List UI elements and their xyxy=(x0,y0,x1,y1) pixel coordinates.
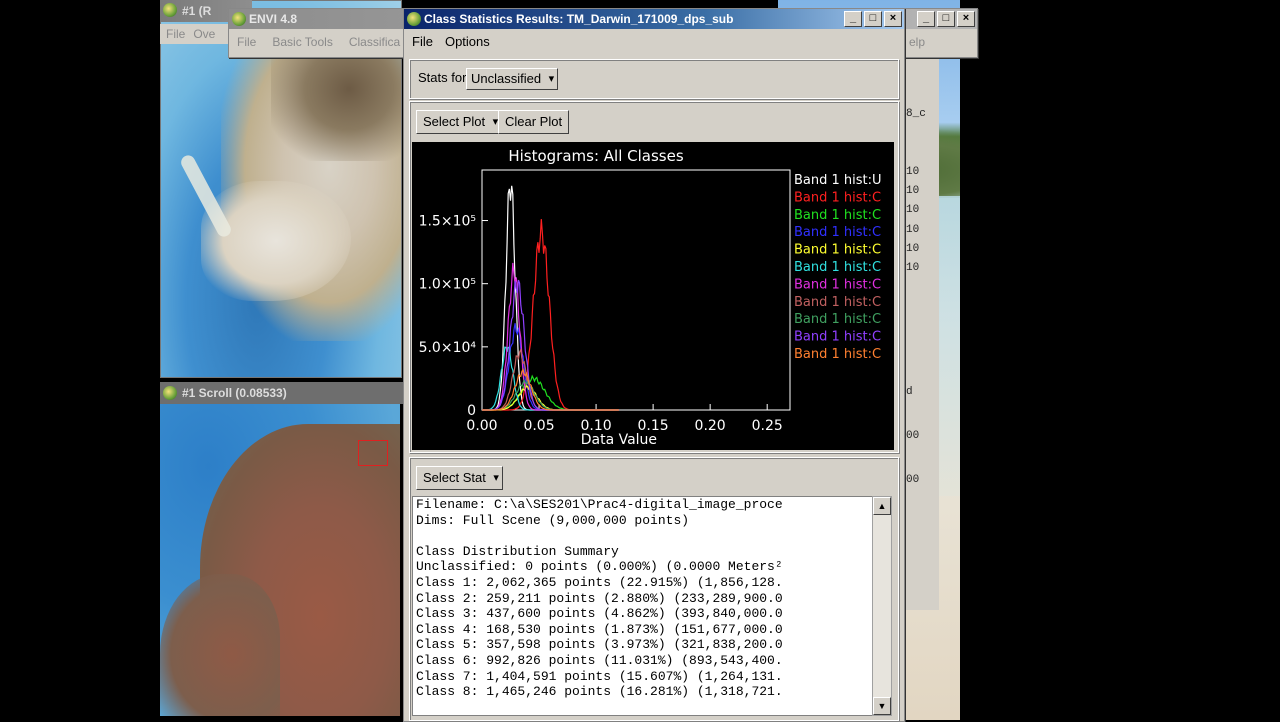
satellite-land xyxy=(160,574,280,716)
stats-line: Class 3: 437,600 points (4.862%) (393,84… xyxy=(416,606,783,622)
select-stat-button[interactable]: Select Stat ▾ xyxy=(416,466,503,490)
envi-app-icon xyxy=(163,386,177,400)
close-icon[interactable]: × xyxy=(957,11,975,27)
legend-entry: Band 1 hist:C xyxy=(794,225,881,240)
stats-for-select[interactable]: Unclassified xyxy=(466,68,559,90)
legend-entry: Band 1 hist:C xyxy=(794,277,881,292)
stats-line xyxy=(413,528,873,544)
maximize-icon[interactable]: □ xyxy=(864,11,882,27)
scroll-down-icon[interactable]: ▼ xyxy=(873,697,891,715)
stats-text-area[interactable]: Filename: C:\a\SES201\Prac4-digital_imag… xyxy=(412,496,874,716)
y-tick-label: 1.5×10⁵ xyxy=(419,214,476,230)
minimize-icon[interactable]: _ xyxy=(917,11,935,27)
stats-line: Class 4: 168,530 points (1.873%) (151,67… xyxy=(416,621,783,637)
x-tick-label: 0.20 xyxy=(695,418,726,434)
series-line xyxy=(482,219,619,411)
stats-line: Class 8: 1,465,246 points (16.281%) (1,3… xyxy=(416,684,783,700)
stats-scrollbar[interactable]: ▲ ▼ xyxy=(872,496,892,716)
dialog-menubar: File Options xyxy=(406,31,496,53)
scroll-window-title: #1 Scroll (0.08533) xyxy=(182,386,287,400)
x-tick-label: 0.25 xyxy=(752,418,783,434)
legend-entry: Band 1 hist:C xyxy=(794,330,881,345)
legend-entry: Band 1 hist:C xyxy=(794,208,881,223)
scroll-up-icon[interactable]: ▲ xyxy=(873,497,891,515)
dialog-title: Class Statistics Results: TM_Darwin_1710… xyxy=(424,12,734,26)
legend-entry: Band 1 hist:C xyxy=(794,260,881,275)
select-stat-label: Select Stat xyxy=(423,470,486,485)
menu-file[interactable]: File xyxy=(229,31,264,53)
menu-options[interactable]: Options xyxy=(439,31,496,52)
y-tick-label: 5.0×10⁴ xyxy=(419,340,477,356)
stats-line: Class 1: 2,062,365 points (22.915%) (1,8… xyxy=(416,574,783,590)
image-window-title: #1 (R xyxy=(182,4,212,18)
histogram-plot[interactable]: Histograms: All Classes 0.00 0.05 0.10 0.15 0… xyxy=(412,142,894,450)
hidden-panel-text: 10 xyxy=(906,166,920,178)
series-line xyxy=(482,185,619,411)
chart-title: Histograms: All Classes xyxy=(508,147,684,165)
legend-entry: Band 1 hist:C xyxy=(794,243,881,258)
stats-line: Class 7: 1,404,591 points (15.607%) (1,2… xyxy=(416,668,783,684)
legend-entry: Band 1 hist:C xyxy=(794,295,881,310)
legend-entry: Band 1 hist:C xyxy=(794,312,881,327)
clear-plot-button[interactable]: Clear Plot xyxy=(498,110,570,134)
hidden-panel-text: d xyxy=(906,386,913,398)
menu-overlay[interactable]: Ove xyxy=(191,24,217,44)
hidden-panel-text: 10 xyxy=(906,243,920,255)
x-axis-label: Data Value xyxy=(581,432,657,448)
maximize-icon[interactable]: □ xyxy=(937,11,955,27)
hidden-panel-text: 00 xyxy=(906,474,920,486)
menu-file[interactable]: File xyxy=(160,24,191,44)
menu-help[interactable]: elp xyxy=(901,31,933,53)
y-tick-label: 1.0×10⁵ xyxy=(419,277,476,293)
dialog-titlebar[interactable]: Class Statistics Results: TM_Darwin_1710… xyxy=(404,9,904,29)
stats-line: Unclassified: 0 points (0.000%) (0.0000 … xyxy=(416,559,783,575)
menu-basic-tools[interactable]: Basic Tools xyxy=(264,31,340,53)
envi-title: ENVI 4.8 xyxy=(249,12,298,26)
scroll-zoom-box[interactable] xyxy=(358,440,388,466)
x-tick-label: 0.05 xyxy=(523,418,554,434)
y-tick-label: 0 xyxy=(467,403,476,419)
x-tick-label: 0.00 xyxy=(466,418,497,434)
stats-line: Class 6: 992,826 points (11.031%) (893,5… xyxy=(416,652,783,668)
stats-line: Class 2: 259,211 points (2.880%) (233,28… xyxy=(416,590,783,606)
chevron-down-icon: ▾ xyxy=(493,472,499,484)
hidden-panel-text: 10 xyxy=(906,185,920,197)
menu-classification[interactable]: Classifica xyxy=(341,31,408,53)
hidden-panel-text: 10 xyxy=(906,262,920,274)
select-plot-button[interactable]: Select Plot ▾ xyxy=(416,110,503,134)
hidden-panel-text: 10 xyxy=(906,224,920,236)
stats-line: Class Distribution Summary xyxy=(416,543,619,559)
envi-app-icon xyxy=(407,12,421,26)
series-line xyxy=(482,262,619,411)
image-window-menubar: File Ove xyxy=(160,24,230,44)
select-plot-label: Select Plot xyxy=(423,114,486,129)
envi-app-icon xyxy=(163,3,177,17)
stats-line: Filename: C:\a\SES201\Prac4-digital_imag… xyxy=(416,497,783,512)
minimize-icon[interactable]: _ xyxy=(844,11,862,27)
legend-entry: Band 1 hist:C xyxy=(794,347,881,362)
hidden-panel-text: 00 xyxy=(906,430,920,442)
menu-file[interactable]: File xyxy=(406,31,439,52)
hidden-panel xyxy=(904,56,939,610)
satellite-land xyxy=(271,41,401,161)
histogram-chart: Histograms: All Classes0.00 0.05 0.10 0.15 0… xyxy=(419,147,882,448)
legend-entry: Band 1 hist:U xyxy=(794,173,882,188)
legend-entry: Band 1 hist:C xyxy=(794,190,881,205)
hidden-panel-text: 10 xyxy=(906,204,920,216)
stats-line: Class 5: 357,598 points (3.973%) (321,83… xyxy=(416,637,783,653)
envi-app-icon xyxy=(232,12,246,26)
close-icon[interactable]: × xyxy=(884,11,902,27)
hidden-panel-text: 8_c xyxy=(906,108,926,120)
stats-line: Dims: Full Scene (9,000,000 points) xyxy=(416,512,690,528)
stats-for-group: Stats for Unclassified xyxy=(409,59,899,99)
scroll-window-titlebar[interactable]: #1 Scroll (0.08533) xyxy=(160,382,422,404)
stats-for-label: Stats for xyxy=(418,70,467,85)
